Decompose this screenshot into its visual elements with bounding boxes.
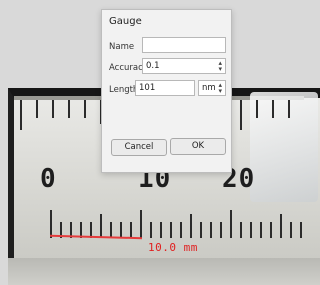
unit-value: nm: [202, 83, 216, 93]
ruler-tick: [52, 100, 54, 118]
ruler-tick: [160, 222, 162, 238]
dialog-title: Gauge: [109, 16, 142, 27]
gauge-dialog: Gauge Name Accuracy 0.1 ▴ ▾ Length 101 nm…: [101, 9, 232, 173]
ok-button[interactable]: OK: [170, 138, 226, 155]
accuracy-select[interactable]: 0.1 ▴ ▾: [142, 58, 226, 74]
accuracy-value: 0.1: [146, 61, 160, 71]
ruler-tick: [130, 222, 132, 238]
ruler-tick: [280, 214, 282, 238]
ruler-tick: [300, 222, 302, 238]
cancel-button[interactable]: Cancel: [111, 139, 167, 156]
ruler-tick: [256, 100, 258, 118]
measurement-label: 10.0 mm: [148, 241, 198, 254]
ruler-tick: [240, 222, 242, 238]
ruler-tick: [260, 222, 262, 238]
ruler-tick: [250, 222, 252, 238]
ruler-tick: [150, 222, 152, 238]
up-down-chevron-icon: ▴ ▾: [218, 59, 222, 73]
tape-reflection: [250, 92, 318, 202]
ruler-tick: [272, 100, 274, 118]
ruler-number-0: 0: [40, 164, 57, 194]
name-field[interactable]: [142, 37, 226, 53]
ruler-tick: [288, 100, 290, 118]
ruler-tick: [120, 222, 122, 238]
unit-select[interactable]: nm ▴ ▾: [198, 80, 226, 96]
ruler-tick: [190, 214, 192, 238]
name-label: Name: [109, 42, 135, 52]
ruler-tick: [200, 222, 202, 238]
ruler-tick: [180, 222, 182, 238]
ruler-tick: [140, 210, 142, 238]
ruler-tick: [36, 100, 38, 118]
ruler-tick: [210, 222, 212, 238]
ruler-tick: [20, 100, 22, 130]
length-field[interactable]: 101: [135, 80, 195, 96]
ruler-tick: [290, 222, 292, 238]
length-label: Length: [109, 85, 139, 95]
ruler-tick: [68, 100, 70, 118]
ruler-tick: [50, 210, 52, 238]
ruler-tick: [240, 100, 242, 130]
up-down-chevron-icon: ▴ ▾: [218, 81, 222, 95]
ruler-tick: [230, 210, 232, 238]
ruler-tick: [270, 222, 272, 238]
ruler-tick: [170, 222, 172, 238]
ruler-tick: [84, 100, 86, 118]
ruler-tick: [220, 222, 222, 238]
ruler-tick: [100, 214, 102, 238]
ruler-base: [8, 258, 320, 285]
